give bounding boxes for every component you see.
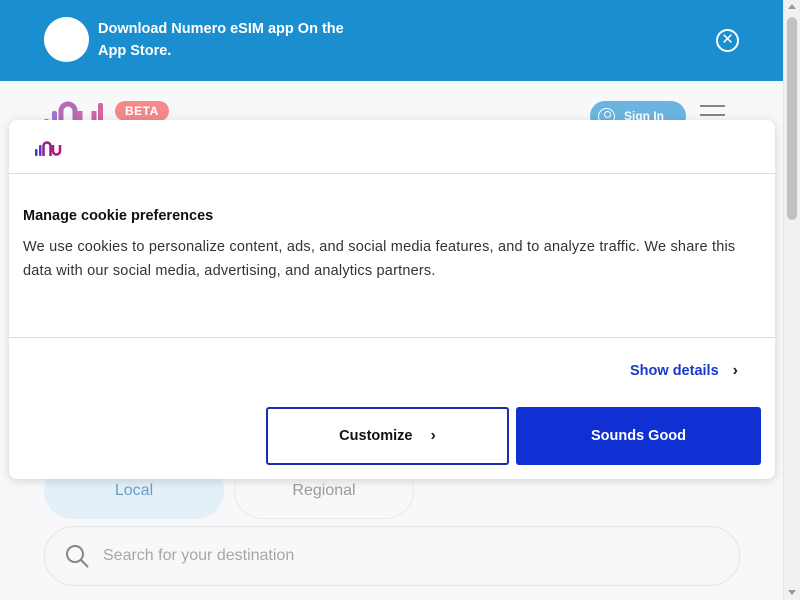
accept-cookies-button[interactable]: Sounds Good	[516, 407, 761, 465]
scroll-down-arrow-icon[interactable]	[788, 590, 796, 595]
cookie-dialog-title: Manage cookie preferences	[23, 208, 214, 224]
divider	[9, 337, 775, 338]
vertical-scrollbar[interactable]	[783, 0, 800, 600]
banner-text[interactable]: Download Numero eSIM app On the App Stor…	[98, 18, 368, 62]
numero-logo	[35, 141, 62, 156]
customize-label: Customize	[339, 428, 413, 444]
close-icon[interactable]: ✕	[716, 29, 739, 52]
customize-button[interactable]: Customize ›	[266, 407, 509, 465]
show-details-link[interactable]: Show details ›	[630, 362, 738, 380]
app-download-banner: Download Numero eSIM app On the App Stor…	[0, 0, 783, 81]
chevron-right-icon: ›	[732, 362, 738, 379]
chevron-right-icon: ›	[430, 427, 436, 444]
scrollbar-thumb[interactable]	[787, 17, 797, 220]
cookie-dialog-description: We use cookies to personalize content, a…	[23, 239, 736, 279]
divider	[9, 173, 775, 174]
show-details-label: Show details	[630, 363, 719, 379]
app-icon	[44, 17, 89, 62]
scroll-up-arrow-icon[interactable]	[788, 4, 796, 9]
cookie-consent-dialog: Manage cookie preferences We use cookies…	[9, 120, 775, 479]
